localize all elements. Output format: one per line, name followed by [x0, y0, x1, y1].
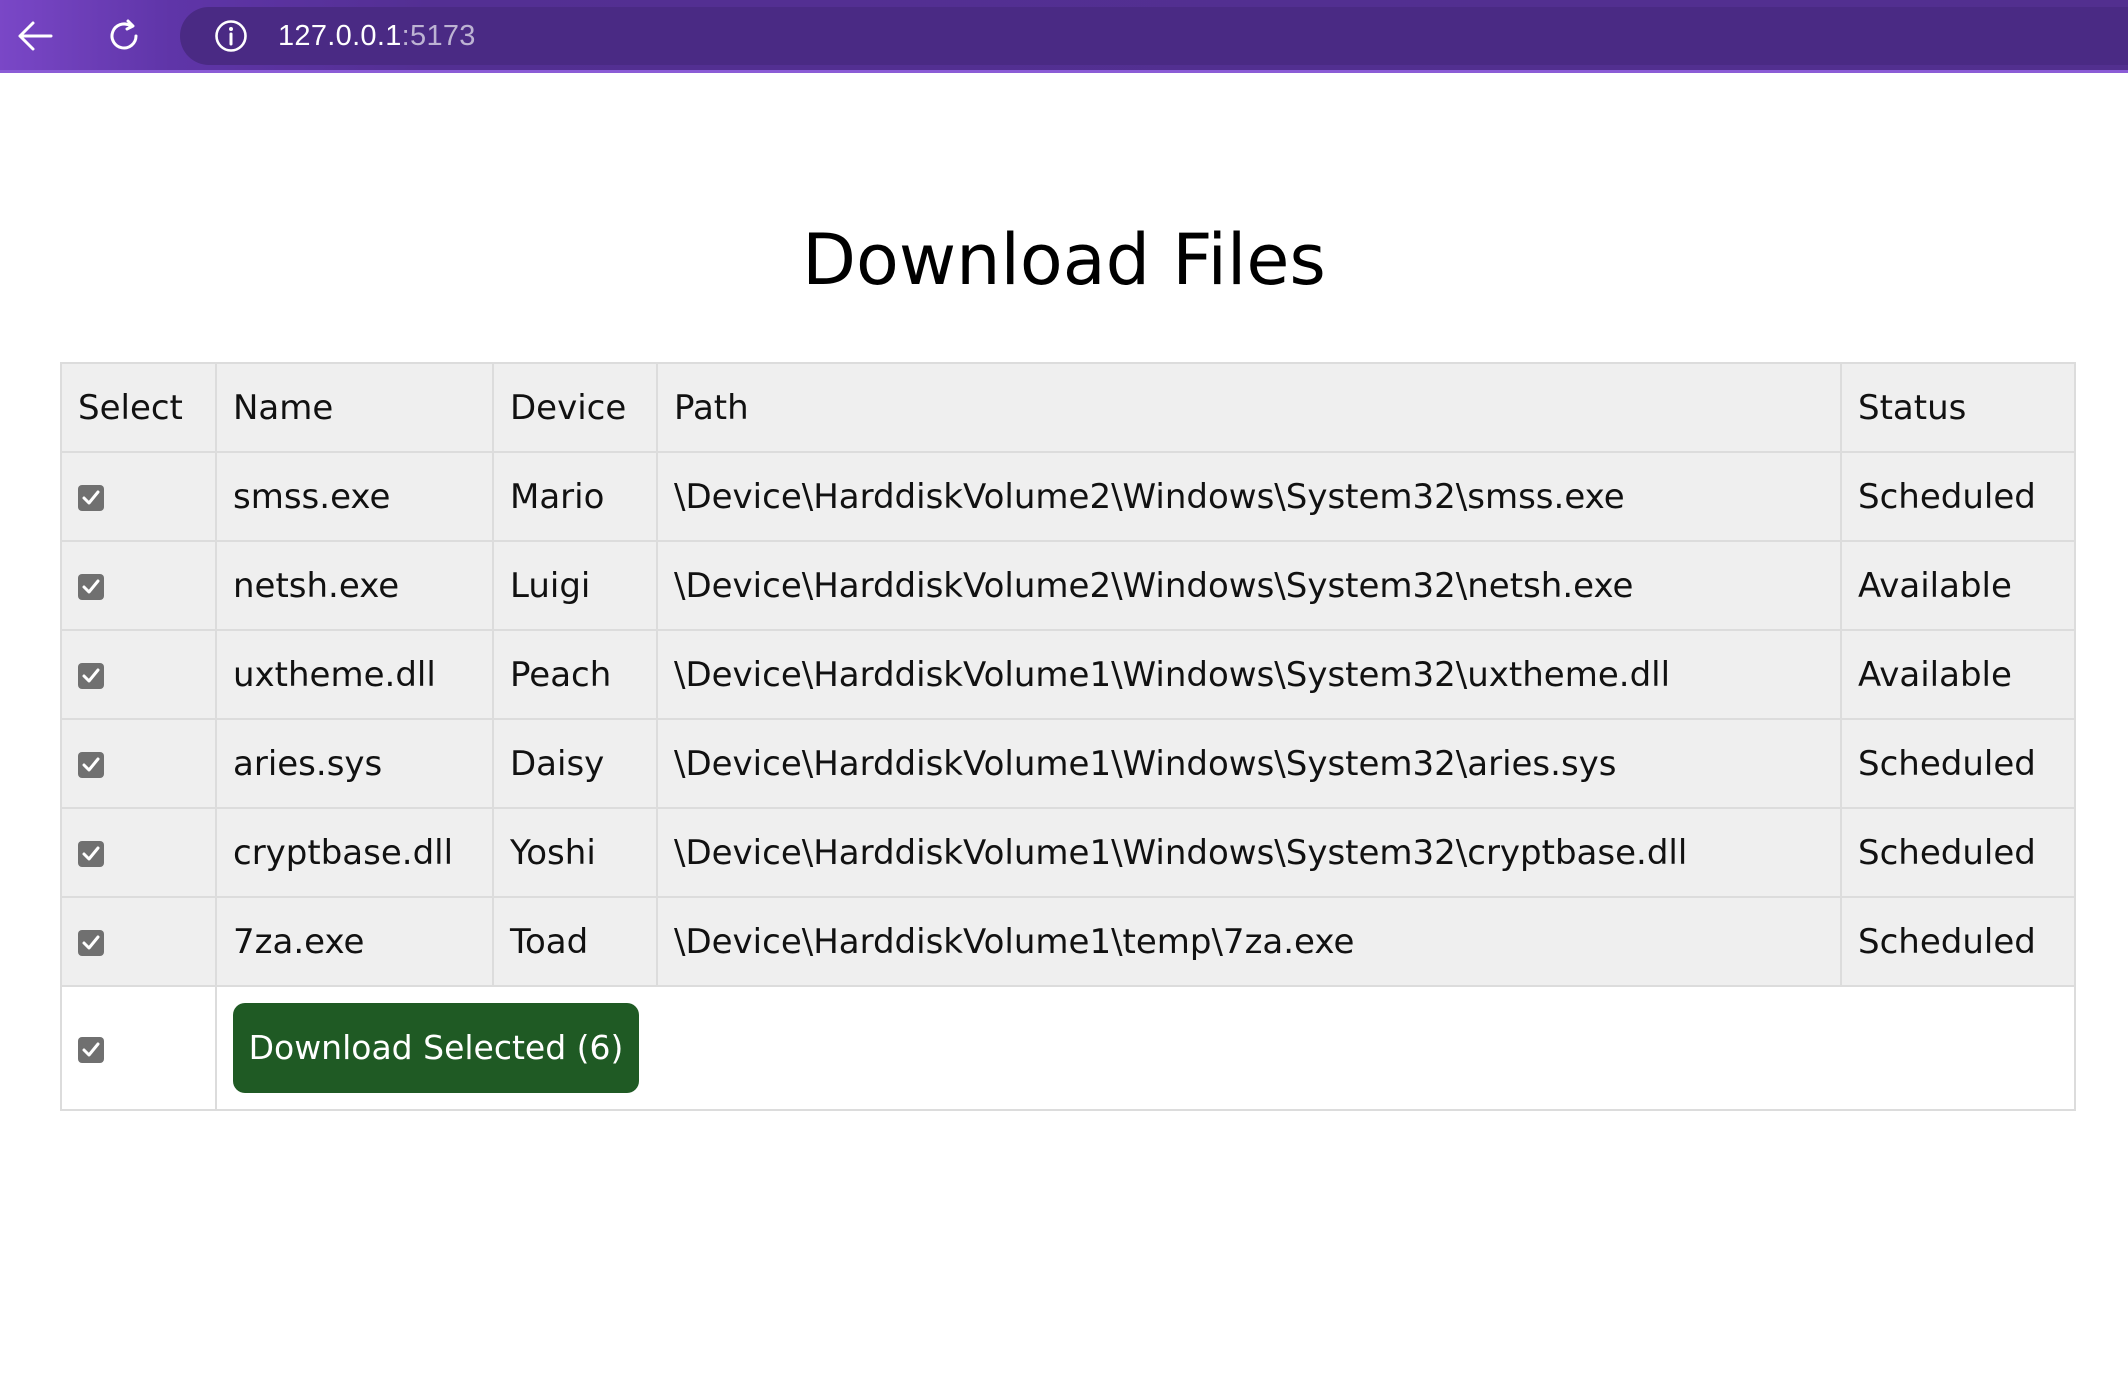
header-status: Status	[1840, 362, 2076, 453]
header-name: Name	[215, 362, 494, 453]
select-all-checkbox[interactable]	[78, 1036, 104, 1063]
device-name: Yoshi	[492, 807, 658, 898]
back-arrow-icon[interactable]	[12, 13, 58, 59]
file-path: \Device\HarddiskVolume1\Windows\System32…	[656, 629, 1842, 720]
download-cell: Download Selected (6)	[215, 985, 2076, 1111]
file-name: netsh.exe	[215, 540, 494, 631]
file-name: 7za.exe	[215, 896, 494, 987]
files-table: Select Name Device Path Status smss.exe …	[60, 362, 2076, 1111]
table-row: netsh.exe Luigi \Device\HarddiskVolume2\…	[60, 540, 2076, 631]
device-name: Daisy	[492, 718, 658, 809]
select-cell	[60, 540, 217, 631]
status-text: Available	[1840, 540, 2076, 631]
status-text: Scheduled	[1840, 451, 2076, 542]
header-device: Device	[492, 362, 658, 453]
table-header-row: Select Name Device Path Status	[60, 362, 2076, 453]
header-select: Select	[60, 362, 217, 453]
status-text: Scheduled	[1840, 896, 2076, 987]
table-row: uxtheme.dll Peach \Device\HarddiskVolume…	[60, 629, 2076, 720]
row-checkbox[interactable]	[78, 752, 104, 778]
select-cell	[60, 718, 217, 809]
device-name: Luigi	[492, 540, 658, 631]
page-title: Download Files	[802, 219, 1326, 301]
table-row: 7za.exe Toad \Device\HarddiskVolume1\tem…	[60, 896, 2076, 987]
file-name: uxtheme.dll	[215, 629, 494, 720]
device-name: Toad	[492, 896, 658, 987]
select-cell	[60, 896, 217, 987]
url-host: 127.0.0.1	[278, 20, 402, 52]
status-text: Available	[1840, 629, 2076, 720]
row-checkbox[interactable]	[78, 663, 104, 689]
select-cell	[60, 451, 217, 542]
file-path: \Device\HarddiskVolume2\Windows\System32…	[656, 540, 1842, 631]
file-path: \Device\HarddiskVolume2\Windows\System32…	[656, 451, 1842, 542]
status-text: Scheduled	[1840, 807, 2076, 898]
reload-icon[interactable]	[101, 13, 147, 59]
file-path: \Device\HarddiskVolume1\Windows\System32…	[656, 807, 1842, 898]
row-checkbox[interactable]	[78, 574, 104, 600]
browser-toolbar: 127.0.0.1:5173	[0, 0, 2128, 73]
file-name: cryptbase.dll	[215, 807, 494, 898]
table-row: smss.exe Mario \Device\HarddiskVolume2\W…	[60, 451, 2076, 542]
address-bar[interactable]: 127.0.0.1:5173	[180, 7, 2128, 65]
header-path: Path	[656, 362, 1842, 453]
file-name: smss.exe	[215, 451, 494, 542]
row-checkbox[interactable]	[78, 485, 104, 511]
table-row: cryptbase.dll Yoshi \Device\HarddiskVolu…	[60, 807, 2076, 898]
download-selected-button[interactable]: Download Selected (6)	[233, 1003, 639, 1093]
file-path: \Device\HarddiskVolume1\temp\7za.exe	[656, 896, 1842, 987]
table-row: aries.sys Daisy \Device\HarddiskVolume1\…	[60, 718, 2076, 809]
status-text: Scheduled	[1840, 718, 2076, 809]
site-info-icon[interactable]	[214, 19, 248, 53]
file-name: aries.sys	[215, 718, 494, 809]
url-port: :5173	[401, 20, 476, 52]
select-cell	[60, 807, 217, 898]
file-path: \Device\HarddiskVolume1\Windows\System32…	[656, 718, 1842, 809]
row-checkbox[interactable]	[78, 930, 104, 956]
select-all-cell	[60, 985, 217, 1111]
device-name: Mario	[492, 451, 658, 542]
row-checkbox[interactable]	[78, 841, 104, 867]
table-footer-row: Download Selected (6)	[60, 985, 2076, 1111]
device-name: Peach	[492, 629, 658, 720]
url-text: 127.0.0.1:5173	[278, 20, 476, 52]
select-cell	[60, 629, 217, 720]
